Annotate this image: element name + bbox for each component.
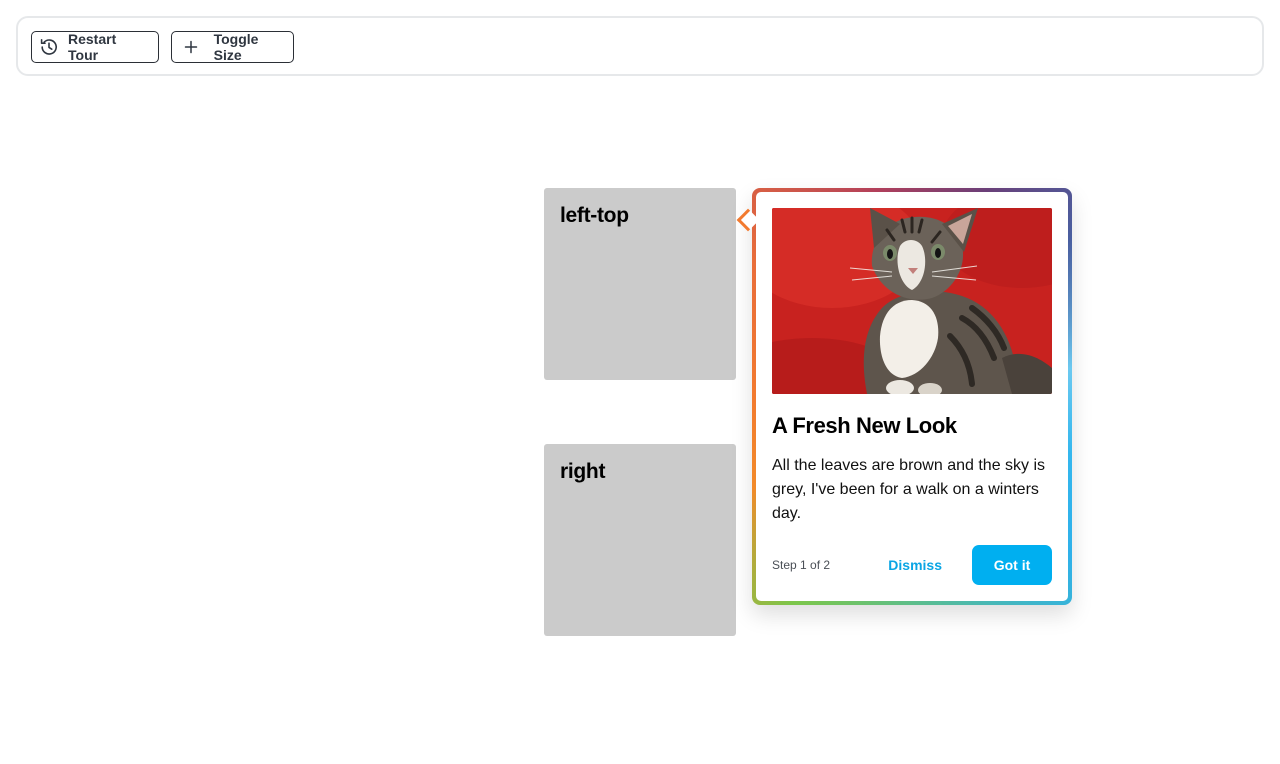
tour-image-kitten [772, 208, 1052, 394]
toolbar: Restart Tour Toggle Size [16, 16, 1264, 76]
toggle-size-button[interactable]: Toggle Size [171, 31, 294, 63]
dismiss-button[interactable]: Dismiss [880, 557, 950, 573]
target-left-top: left-top [544, 188, 736, 380]
page: Restart Tour Toggle Size left-top right [0, 0, 1280, 764]
history-icon [39, 37, 59, 57]
target-left-top-label: left-top [560, 204, 629, 227]
tour-step-indicator: Step 1 of 2 [772, 558, 831, 572]
tour-card: A Fresh New Look All the leaves are brow… [756, 192, 1068, 601]
tour-body-text: All the leaves are brown and the sky is … [772, 457, 1046, 522]
toggle-size-label: Toggle Size [213, 31, 259, 63]
got-it-button[interactable]: Got it [972, 545, 1052, 585]
target-right: right [544, 444, 736, 636]
target-right-label: right [560, 460, 606, 483]
restart-tour-label: Restart Tour [68, 31, 117, 63]
tour-footer: Step 1 of 2 Dismiss Got it [772, 545, 1052, 585]
tour-popover: A Fresh New Look All the leaves are brow… [736, 188, 1072, 605]
restart-tour-button[interactable]: Restart Tour [31, 31, 159, 63]
plus-icon [182, 37, 201, 57]
tour-title: A Fresh New Look [772, 413, 957, 438]
